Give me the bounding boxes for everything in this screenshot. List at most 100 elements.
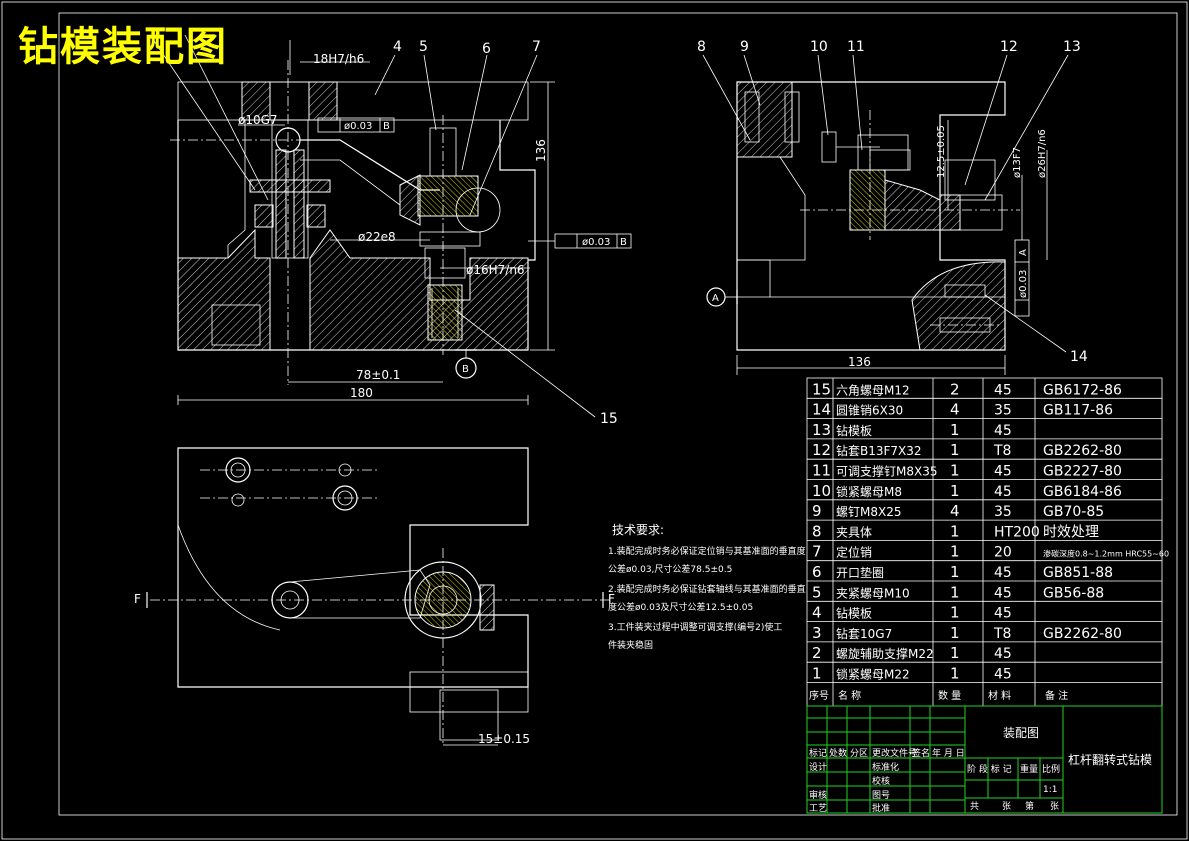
bom-cell-qty: 1 bbox=[950, 624, 960, 642]
bom-cell-mat: 45 bbox=[994, 565, 1012, 581]
dim-phi16h7: ø16H7/n6 bbox=[466, 263, 525, 277]
bom-cell-no: 15 bbox=[812, 380, 831, 398]
bom-cell-no: 13 bbox=[812, 421, 831, 439]
bom-cell-mat: T8 bbox=[993, 443, 1011, 459]
bom-cell-no: 3 bbox=[812, 624, 822, 642]
bom-cell-qty: 1 bbox=[950, 543, 960, 561]
bom-cell-mat: 45 bbox=[994, 382, 1012, 398]
bom-cell-mat: 45 bbox=[994, 585, 1012, 601]
bom-cell-name: 锁紧螺母M8 bbox=[836, 484, 902, 499]
bom-cell-std: GB851-88 bbox=[1043, 565, 1113, 581]
drawing-title: 钻模装配图 bbox=[18, 24, 228, 70]
section-label-left: F bbox=[134, 592, 141, 606]
bom-cell-mat: 45 bbox=[994, 667, 1012, 683]
bom-cell-mat: 45 bbox=[994, 606, 1012, 622]
dim-78: 78±0.1 bbox=[356, 368, 400, 382]
bom-cell-name: 钻套10G7 bbox=[836, 626, 892, 641]
notes-line-6: 件装夹稳固 bbox=[608, 639, 653, 651]
bom-cell-no: 14 bbox=[812, 401, 831, 419]
bom-cell-name: 圆锥销6X30 bbox=[836, 404, 903, 418]
tb-sheet-unit-2: 张 bbox=[1050, 801, 1059, 812]
tb-label-review: 审核 bbox=[809, 789, 827, 801]
datum-a-label: A bbox=[712, 293, 719, 304]
dim-136-front: 136 bbox=[534, 139, 548, 162]
bom-cell-name: 六角螺母M12 bbox=[836, 383, 910, 397]
front-view bbox=[149, 34, 632, 418]
balloon-8: 8 bbox=[697, 39, 706, 55]
title-part-name: 杠杆翻转式钻模 bbox=[1068, 752, 1152, 767]
bom-cell-std: GB70-85 bbox=[1043, 504, 1104, 520]
bom-cell-mat: 45 bbox=[994, 484, 1012, 500]
balloon-10: 10 bbox=[810, 39, 828, 55]
tb-label-check: 校核 bbox=[872, 775, 890, 787]
bom-header-std: 备 注 bbox=[1045, 689, 1068, 702]
notes-line-4: 度公差ø0.03及尺寸公差12.5±0.05 bbox=[608, 601, 753, 613]
bom-cell-qty: 4 bbox=[950, 502, 960, 520]
tb-label-date: 年 月 日 bbox=[932, 747, 965, 759]
tb-scale-label: 比例 bbox=[1042, 763, 1060, 775]
bom-cell-no: 9 bbox=[812, 502, 822, 520]
bom-cell-qty: 1 bbox=[950, 482, 960, 500]
dim-136-side: 136 bbox=[848, 355, 871, 369]
tb-label-mark: 标记 bbox=[809, 747, 827, 759]
balloon-13: 13 bbox=[1063, 39, 1081, 55]
bom-cell-no: 1 bbox=[812, 665, 822, 683]
tb-label-change: 更改文件号 bbox=[872, 747, 917, 759]
balloon-5: 5 bbox=[419, 39, 428, 55]
bom-cell-name: 可调支撑钉M8X35 bbox=[836, 464, 937, 479]
bom-cell-qty: 2 bbox=[950, 380, 960, 398]
bom-cell-name: 锁紧螺母M22 bbox=[836, 667, 910, 682]
bom-cell-qty: 1 bbox=[950, 583, 960, 601]
dim-18h7: 18H7/h6 bbox=[313, 52, 364, 66]
bom-cell-name: 夹具体 bbox=[836, 525, 872, 539]
bom-header-no: 序号 bbox=[809, 689, 829, 702]
dim-phi22e8: ø22e8 bbox=[358, 230, 396, 244]
tb-sheet-total: 共 bbox=[970, 801, 979, 812]
bom-cell-no: 4 bbox=[812, 604, 822, 622]
bom-cell-no: 8 bbox=[812, 522, 822, 540]
tol-phi003-front-a: ø0.03 bbox=[344, 121, 372, 132]
bom-cell-std: GB117-86 bbox=[1043, 403, 1113, 419]
notes-line-3: 2.装配完成时务必保证钻套轴线与其基准面的垂直 bbox=[608, 583, 806, 595]
title-drawing-name: 装配图 bbox=[1003, 726, 1039, 740]
dim-phi26h7: ø26H7/n6 bbox=[1037, 129, 1048, 178]
tb-label-zone: 分区 bbox=[850, 748, 868, 759]
balloon-11: 11 bbox=[847, 39, 865, 55]
bom-cell-name: 螺旋辅助支撑M22 bbox=[836, 646, 934, 661]
bom-cell-qty: 1 bbox=[950, 421, 960, 439]
bom-cell-std: GB2262-80 bbox=[1043, 443, 1122, 459]
tb-label-design: 设计 bbox=[809, 761, 827, 773]
bom-cell-std: GB2227-80 bbox=[1043, 464, 1122, 480]
bom-cell-qty: 1 bbox=[950, 644, 960, 662]
balloon-14: 14 bbox=[1070, 349, 1088, 365]
notes-line-2: 公差ø0.03,尺寸公差78.5±0.5 bbox=[608, 563, 732, 575]
bom-cell-no: 10 bbox=[812, 482, 831, 500]
outer-border bbox=[1, 1, 1188, 840]
bom-cell-qty: 1 bbox=[950, 665, 960, 683]
bom-cell-mat: HT200 bbox=[994, 524, 1040, 540]
tb-label-standard: 标准化 bbox=[872, 761, 899, 773]
dim-phi13f7: ø13F7 bbox=[1012, 147, 1023, 178]
bom-cell-qty: 1 bbox=[950, 604, 960, 622]
bom-cell-no: 6 bbox=[812, 563, 822, 581]
bom-header-qty: 数 量 bbox=[938, 689, 961, 702]
bom-header-name: 名 称 bbox=[838, 689, 861, 702]
bom-cell-no: 2 bbox=[812, 644, 822, 662]
bom-rows: 15 六角螺母M12 2 45 GB6172-8614 圆锥销6X30 4 35 GB117-8… bbox=[812, 380, 1169, 682]
technical-notes: 技术要求: 1.装配完成时务必保证定位销与其基准面的垂直度 公差ø0.03,尺寸… bbox=[608, 523, 806, 651]
notes-line-1: 1.装配完成时务必保证定位销与其基准面的垂直度 bbox=[608, 545, 806, 557]
bom-cell-no: 12 bbox=[812, 441, 831, 459]
bom-cell-no: 7 bbox=[812, 543, 822, 561]
bom-cell-name: 螺钉M8X25 bbox=[836, 505, 901, 519]
plan-view bbox=[146, 447, 610, 746]
balloon-15: 15 bbox=[600, 411, 618, 427]
bom-cell-mat: 35 bbox=[994, 504, 1012, 520]
bom-cell-name: 夹紧螺母M10 bbox=[836, 586, 910, 600]
tol-phi003-front-b: ø0.03 bbox=[582, 237, 610, 248]
tb-label-sign: 签名 bbox=[912, 747, 930, 759]
bom-cell-name: 钻模板 bbox=[836, 423, 872, 438]
dim-180: 180 bbox=[350, 386, 373, 400]
tb-sheet-no: 第 bbox=[1025, 800, 1034, 812]
side-view bbox=[702, 54, 1069, 375]
bom-cell-qty: 1 bbox=[950, 441, 960, 459]
